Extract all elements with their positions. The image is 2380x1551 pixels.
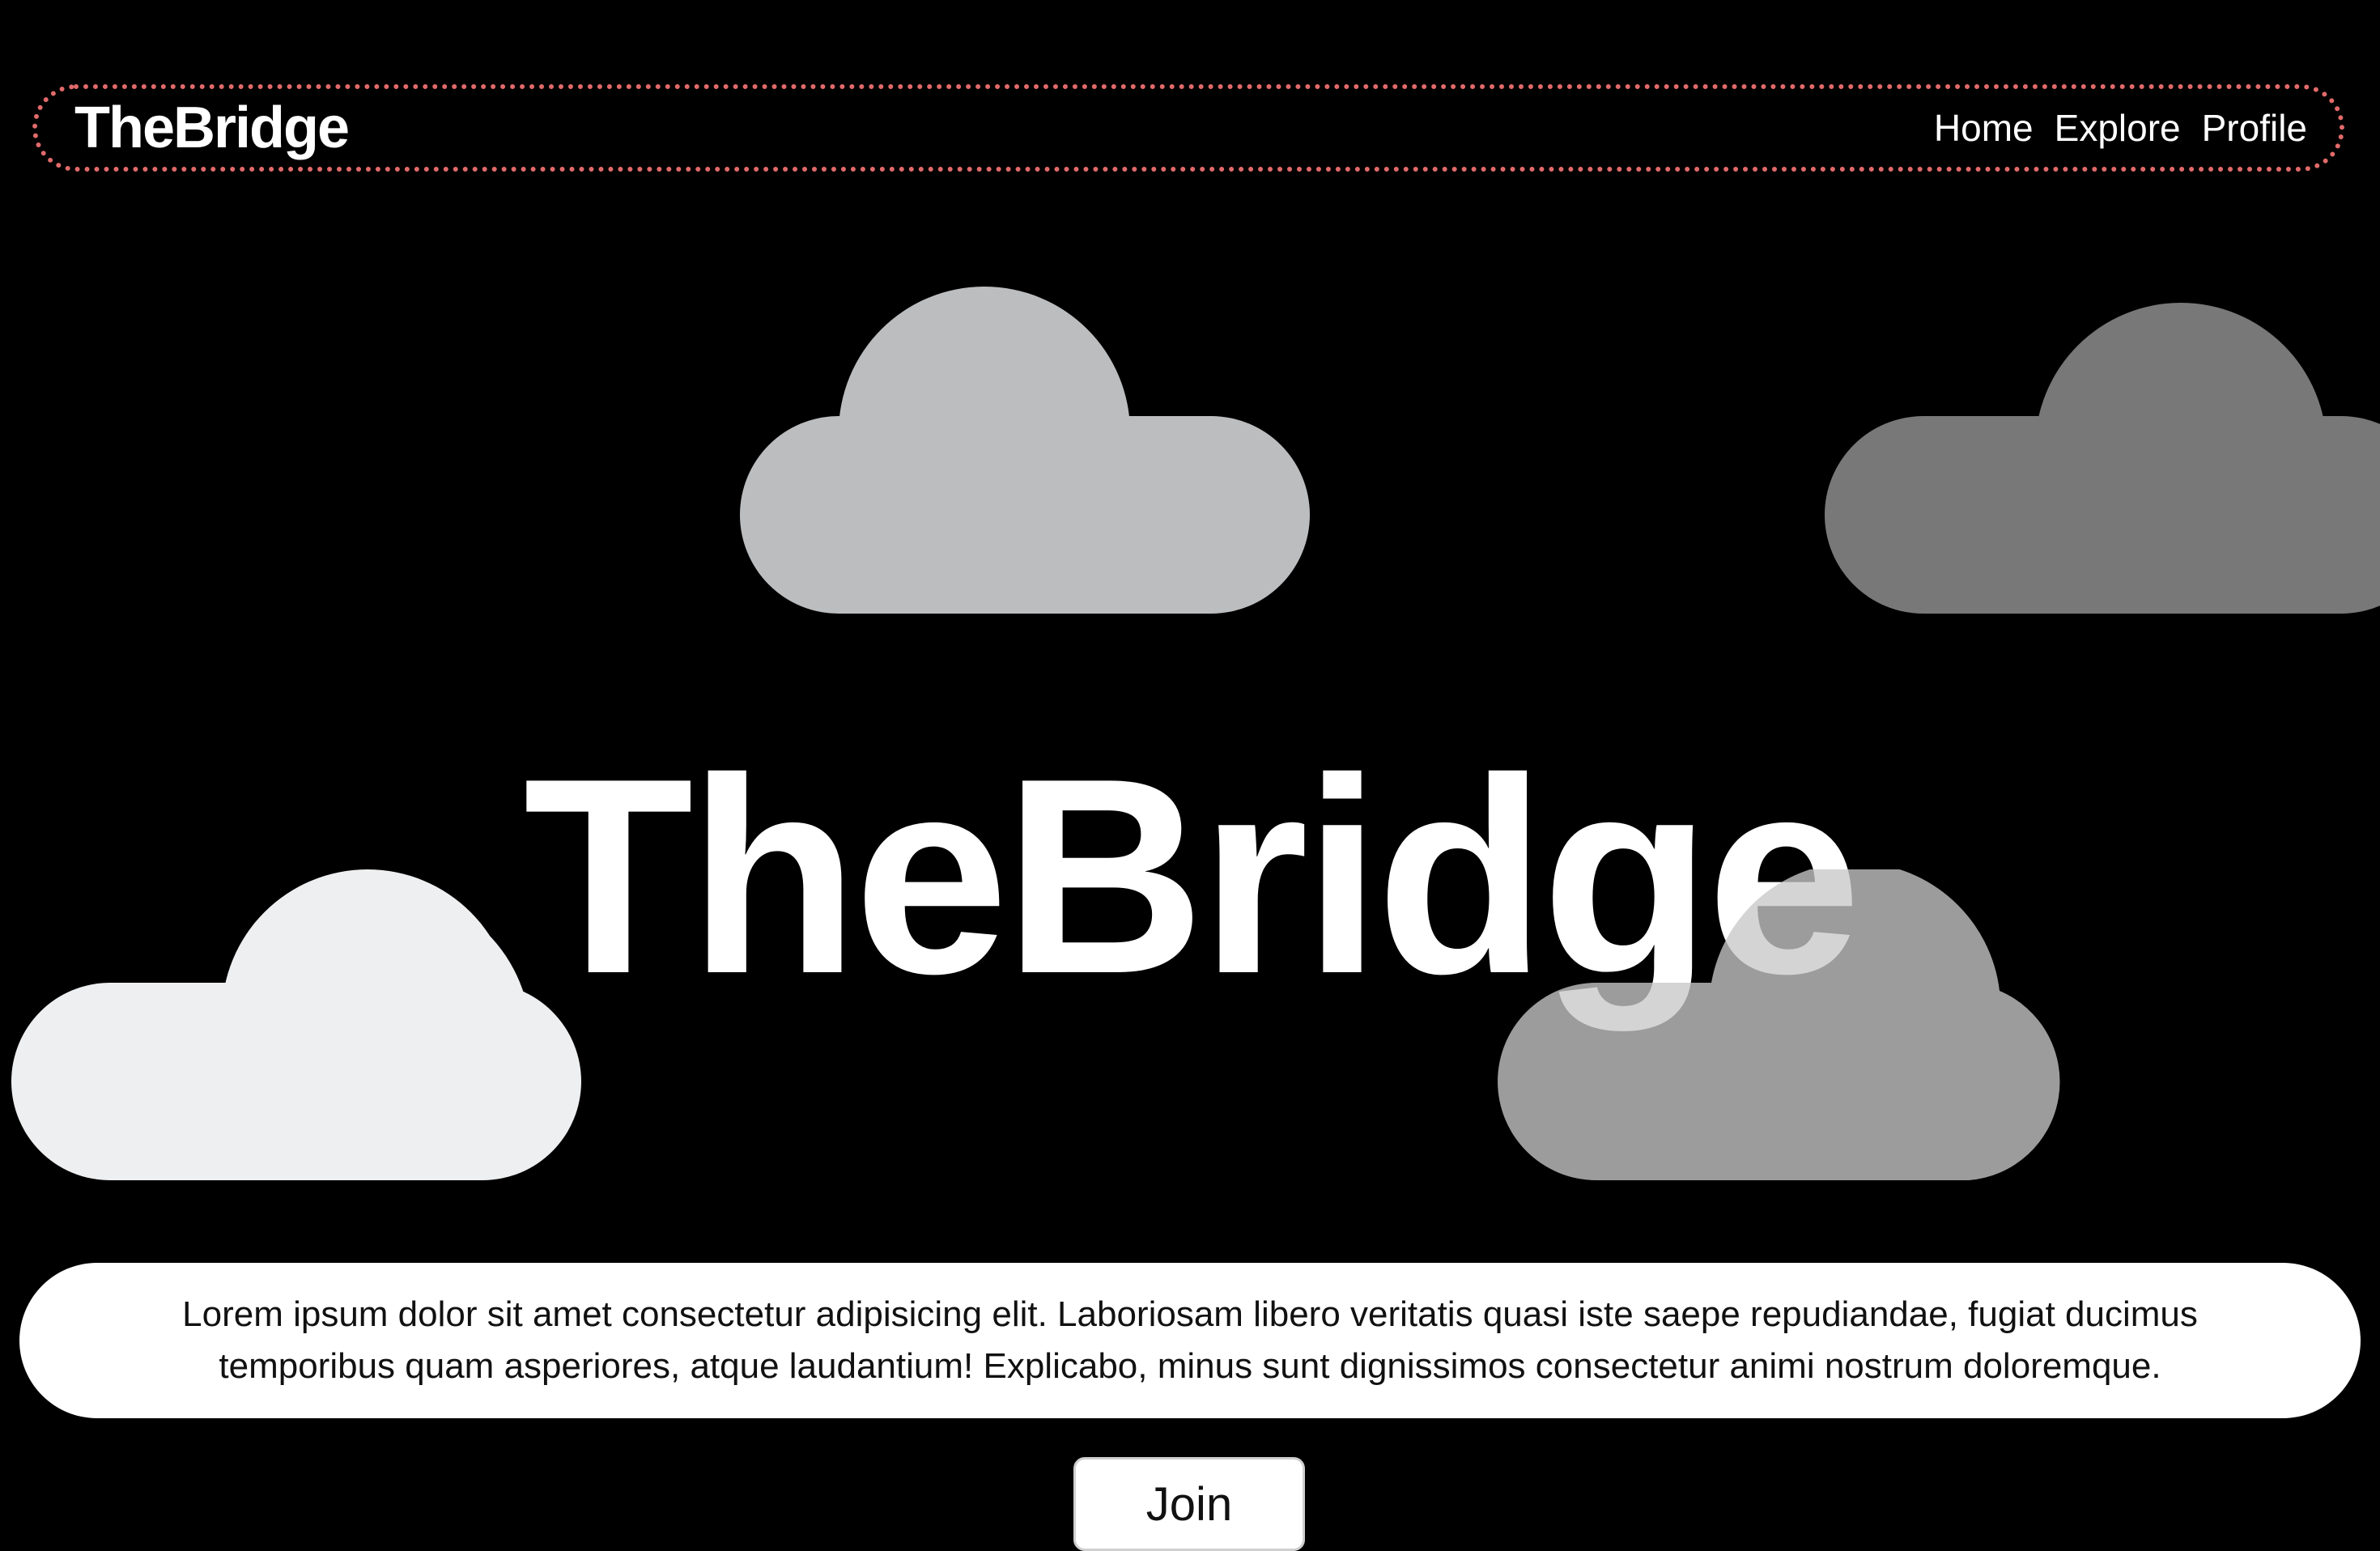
- nav-link-explore[interactable]: Explore: [2055, 106, 2181, 150]
- description-text: Lorem ipsum dolor sit amet consectetur a…: [182, 1294, 2198, 1386]
- nav-link-home[interactable]: Home: [1934, 106, 2034, 150]
- description-pill: Lorem ipsum dolor sit amet consectetur a…: [19, 1263, 2361, 1418]
- cloud-icon: [1825, 303, 2380, 614]
- cloud-icon: [740, 287, 1310, 614]
- brand-logo[interactable]: TheBridge: [74, 95, 350, 161]
- join-button[interactable]: Join: [1073, 1457, 1305, 1551]
- nav-link-profile[interactable]: Profile: [2202, 106, 2307, 150]
- navbar: TheBridge Home Explore Profile: [32, 84, 2344, 172]
- nav-links: Home Explore Profile: [1934, 106, 2307, 150]
- cloud-icon: [1498, 869, 2068, 1180]
